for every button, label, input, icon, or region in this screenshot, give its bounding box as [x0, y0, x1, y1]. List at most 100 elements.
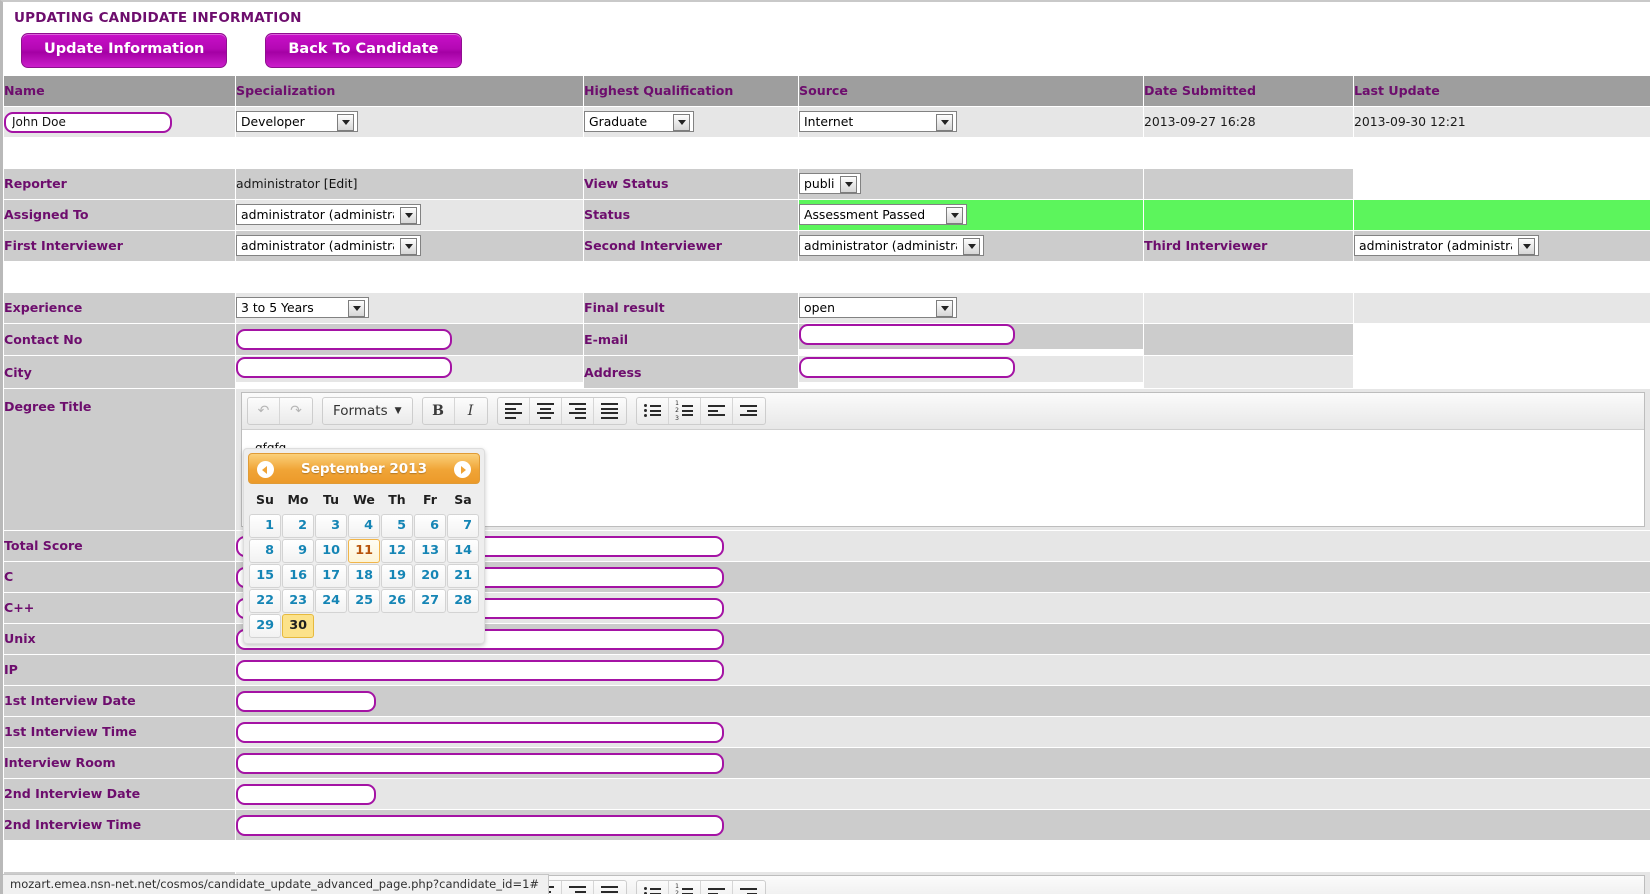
datepicker-day-link[interactable]: 4 [348, 514, 380, 538]
interview2-date-input[interactable] [236, 783, 376, 805]
datepicker-day-cell[interactable]: 26 [381, 589, 413, 613]
first-interviewer-select[interactable]: administrator (administrator) [236, 235, 421, 257]
datepicker-day-cell[interactable]: 12 [381, 539, 413, 563]
datepicker-day-link[interactable]: 15 [249, 564, 281, 588]
datepicker-day-link[interactable]: 10 [315, 539, 347, 563]
interview1-date-input[interactable] [236, 690, 376, 712]
datepicker-day-link[interactable]: 16 [282, 564, 314, 588]
datepicker-day-cell[interactable]: 2 [282, 514, 314, 538]
datepicker-day-cell[interactable]: 11 [348, 539, 380, 563]
indent-icon[interactable] [733, 881, 765, 894]
email-input[interactable] [799, 324, 1015, 346]
update-information-button[interactable]: Update Information [21, 33, 228, 68]
datepicker-day-link[interactable]: 26 [381, 589, 413, 613]
datepicker-day-cell[interactable]: 14 [447, 539, 479, 563]
datepicker-day-cell[interactable]: 30 [282, 614, 314, 638]
source-select[interactable]: Internet [799, 111, 957, 133]
datepicker-day-cell[interactable]: 19 [381, 564, 413, 588]
datepicker-day-link[interactable]: 29 [249, 614, 281, 638]
bullet-list-icon[interactable] [637, 880, 669, 894]
align-justify-icon[interactable] [594, 398, 626, 424]
undo-icon[interactable]: ↶ [248, 397, 280, 424]
datepicker-day-link[interactable]: 5 [381, 514, 413, 538]
datepicker-day-link[interactable]: 28 [447, 589, 479, 613]
datepicker-day-link[interactable]: 18 [348, 564, 380, 588]
datepicker-day-cell[interactable]: 6 [414, 514, 446, 538]
datepicker-day-cell[interactable]: 5 [381, 514, 413, 538]
interview-room-input[interactable] [236, 752, 724, 774]
datepicker-day-link[interactable]: 27 [414, 589, 446, 613]
status-select[interactable]: Assessment Passed [799, 204, 967, 226]
chevron-left-icon[interactable] [257, 461, 274, 478]
datepicker-day-cell[interactable]: 7 [447, 514, 479, 538]
datepicker-popup[interactable]: September 2013 Su Mo Tu We Th Fr Sa 1234… [243, 448, 485, 644]
city-input[interactable] [236, 356, 452, 378]
datepicker-day-link[interactable]: 23 [282, 589, 314, 613]
datepicker-day-link[interactable]: 24 [315, 589, 347, 613]
datepicker-day-link[interactable]: 17 [315, 564, 347, 588]
datepicker-day-link[interactable]: 19 [381, 564, 413, 588]
experience-select[interactable]: 3 to 5 Years [236, 297, 369, 319]
view-status-select[interactable]: public [799, 173, 861, 195]
final-result-select[interactable]: open [799, 297, 957, 319]
datepicker-day-cell[interactable]: 9 [282, 539, 314, 563]
bold-icon[interactable]: B [423, 397, 455, 424]
align-right-icon[interactable] [562, 397, 594, 424]
datepicker-day-cell[interactable]: 23 [282, 589, 314, 613]
datepicker-day-cell[interactable]: 8 [249, 539, 281, 563]
datepicker-day-link[interactable]: 2 [282, 514, 314, 538]
indent-icon[interactable] [733, 398, 765, 424]
datepicker-day-link[interactable]: 30 [282, 614, 314, 638]
interview2-time-input[interactable] [236, 814, 724, 836]
reporter-edit-link[interactable]: [Edit] [324, 176, 358, 191]
contact-no-input[interactable] [236, 329, 452, 351]
datepicker-day-cell[interactable]: 21 [447, 564, 479, 588]
datepicker-day-link[interactable]: 13 [414, 539, 446, 563]
interview1-time-input[interactable] [236, 721, 724, 743]
datepicker-day-cell[interactable]: 28 [447, 589, 479, 613]
outdent-icon[interactable] [701, 397, 733, 424]
ip-input[interactable] [236, 659, 724, 681]
formats-button[interactable]: Formats ▼ [323, 398, 412, 424]
datepicker-day-cell[interactable]: 4 [348, 514, 380, 538]
datepicker-day-cell[interactable]: 20 [414, 564, 446, 588]
outdent-icon[interactable] [701, 880, 733, 894]
name-input[interactable] [4, 111, 172, 133]
datepicker-day-link[interactable]: 6 [414, 514, 446, 538]
datepicker-day-link[interactable]: 14 [447, 539, 479, 563]
datepicker-day-cell[interactable]: 18 [348, 564, 380, 588]
bullet-list-icon[interactable] [637, 397, 669, 424]
datepicker-day-cell[interactable]: 27 [414, 589, 446, 613]
formats-dropdown[interactable]: Formats ▼ [322, 396, 413, 425]
datepicker-day-cell[interactable]: 16 [282, 564, 314, 588]
datepicker-day-link[interactable]: 8 [249, 539, 281, 563]
datepicker-day-link[interactable]: 20 [414, 564, 446, 588]
datepicker-day-link[interactable]: 12 [381, 539, 413, 563]
datepicker-day-link[interactable]: 7 [447, 514, 479, 538]
datepicker-day-link[interactable]: 22 [249, 589, 281, 613]
datepicker-day-cell[interactable]: 10 [315, 539, 347, 563]
align-justify-icon[interactable] [594, 881, 626, 894]
datepicker-day-link[interactable]: 25 [348, 589, 380, 613]
align-center-icon[interactable] [530, 397, 562, 424]
datepicker-day-cell[interactable]: 1 [249, 514, 281, 538]
third-interviewer-select[interactable]: administrator (administrator) [1354, 235, 1539, 257]
datepicker-day-cell[interactable]: 25 [348, 589, 380, 613]
chevron-right-icon[interactable] [454, 461, 471, 478]
datepicker-day-cell[interactable]: 24 [315, 589, 347, 613]
highest-qualification-select[interactable]: Graduate [584, 111, 694, 133]
datepicker-day-cell[interactable]: 17 [315, 564, 347, 588]
second-interviewer-select[interactable]: administrator (administrator) [799, 235, 984, 257]
datepicker-day-cell[interactable]: 29 [249, 614, 281, 638]
datepicker-day-link[interactable]: 11 [348, 539, 380, 563]
italic-icon[interactable]: I [455, 398, 487, 424]
datepicker-day-link[interactable]: 9 [282, 539, 314, 563]
numbered-list-icon[interactable]: 123 [669, 880, 701, 894]
align-right-icon[interactable] [562, 880, 594, 894]
datepicker-day-cell[interactable]: 15 [249, 564, 281, 588]
datepicker-day-link[interactable]: 1 [249, 514, 281, 538]
datepicker-day-cell[interactable]: 3 [315, 514, 347, 538]
numbered-list-icon[interactable]: 123 [669, 397, 701, 424]
datepicker-day-link[interactable]: 3 [315, 514, 347, 538]
address-input[interactable] [799, 356, 1015, 378]
